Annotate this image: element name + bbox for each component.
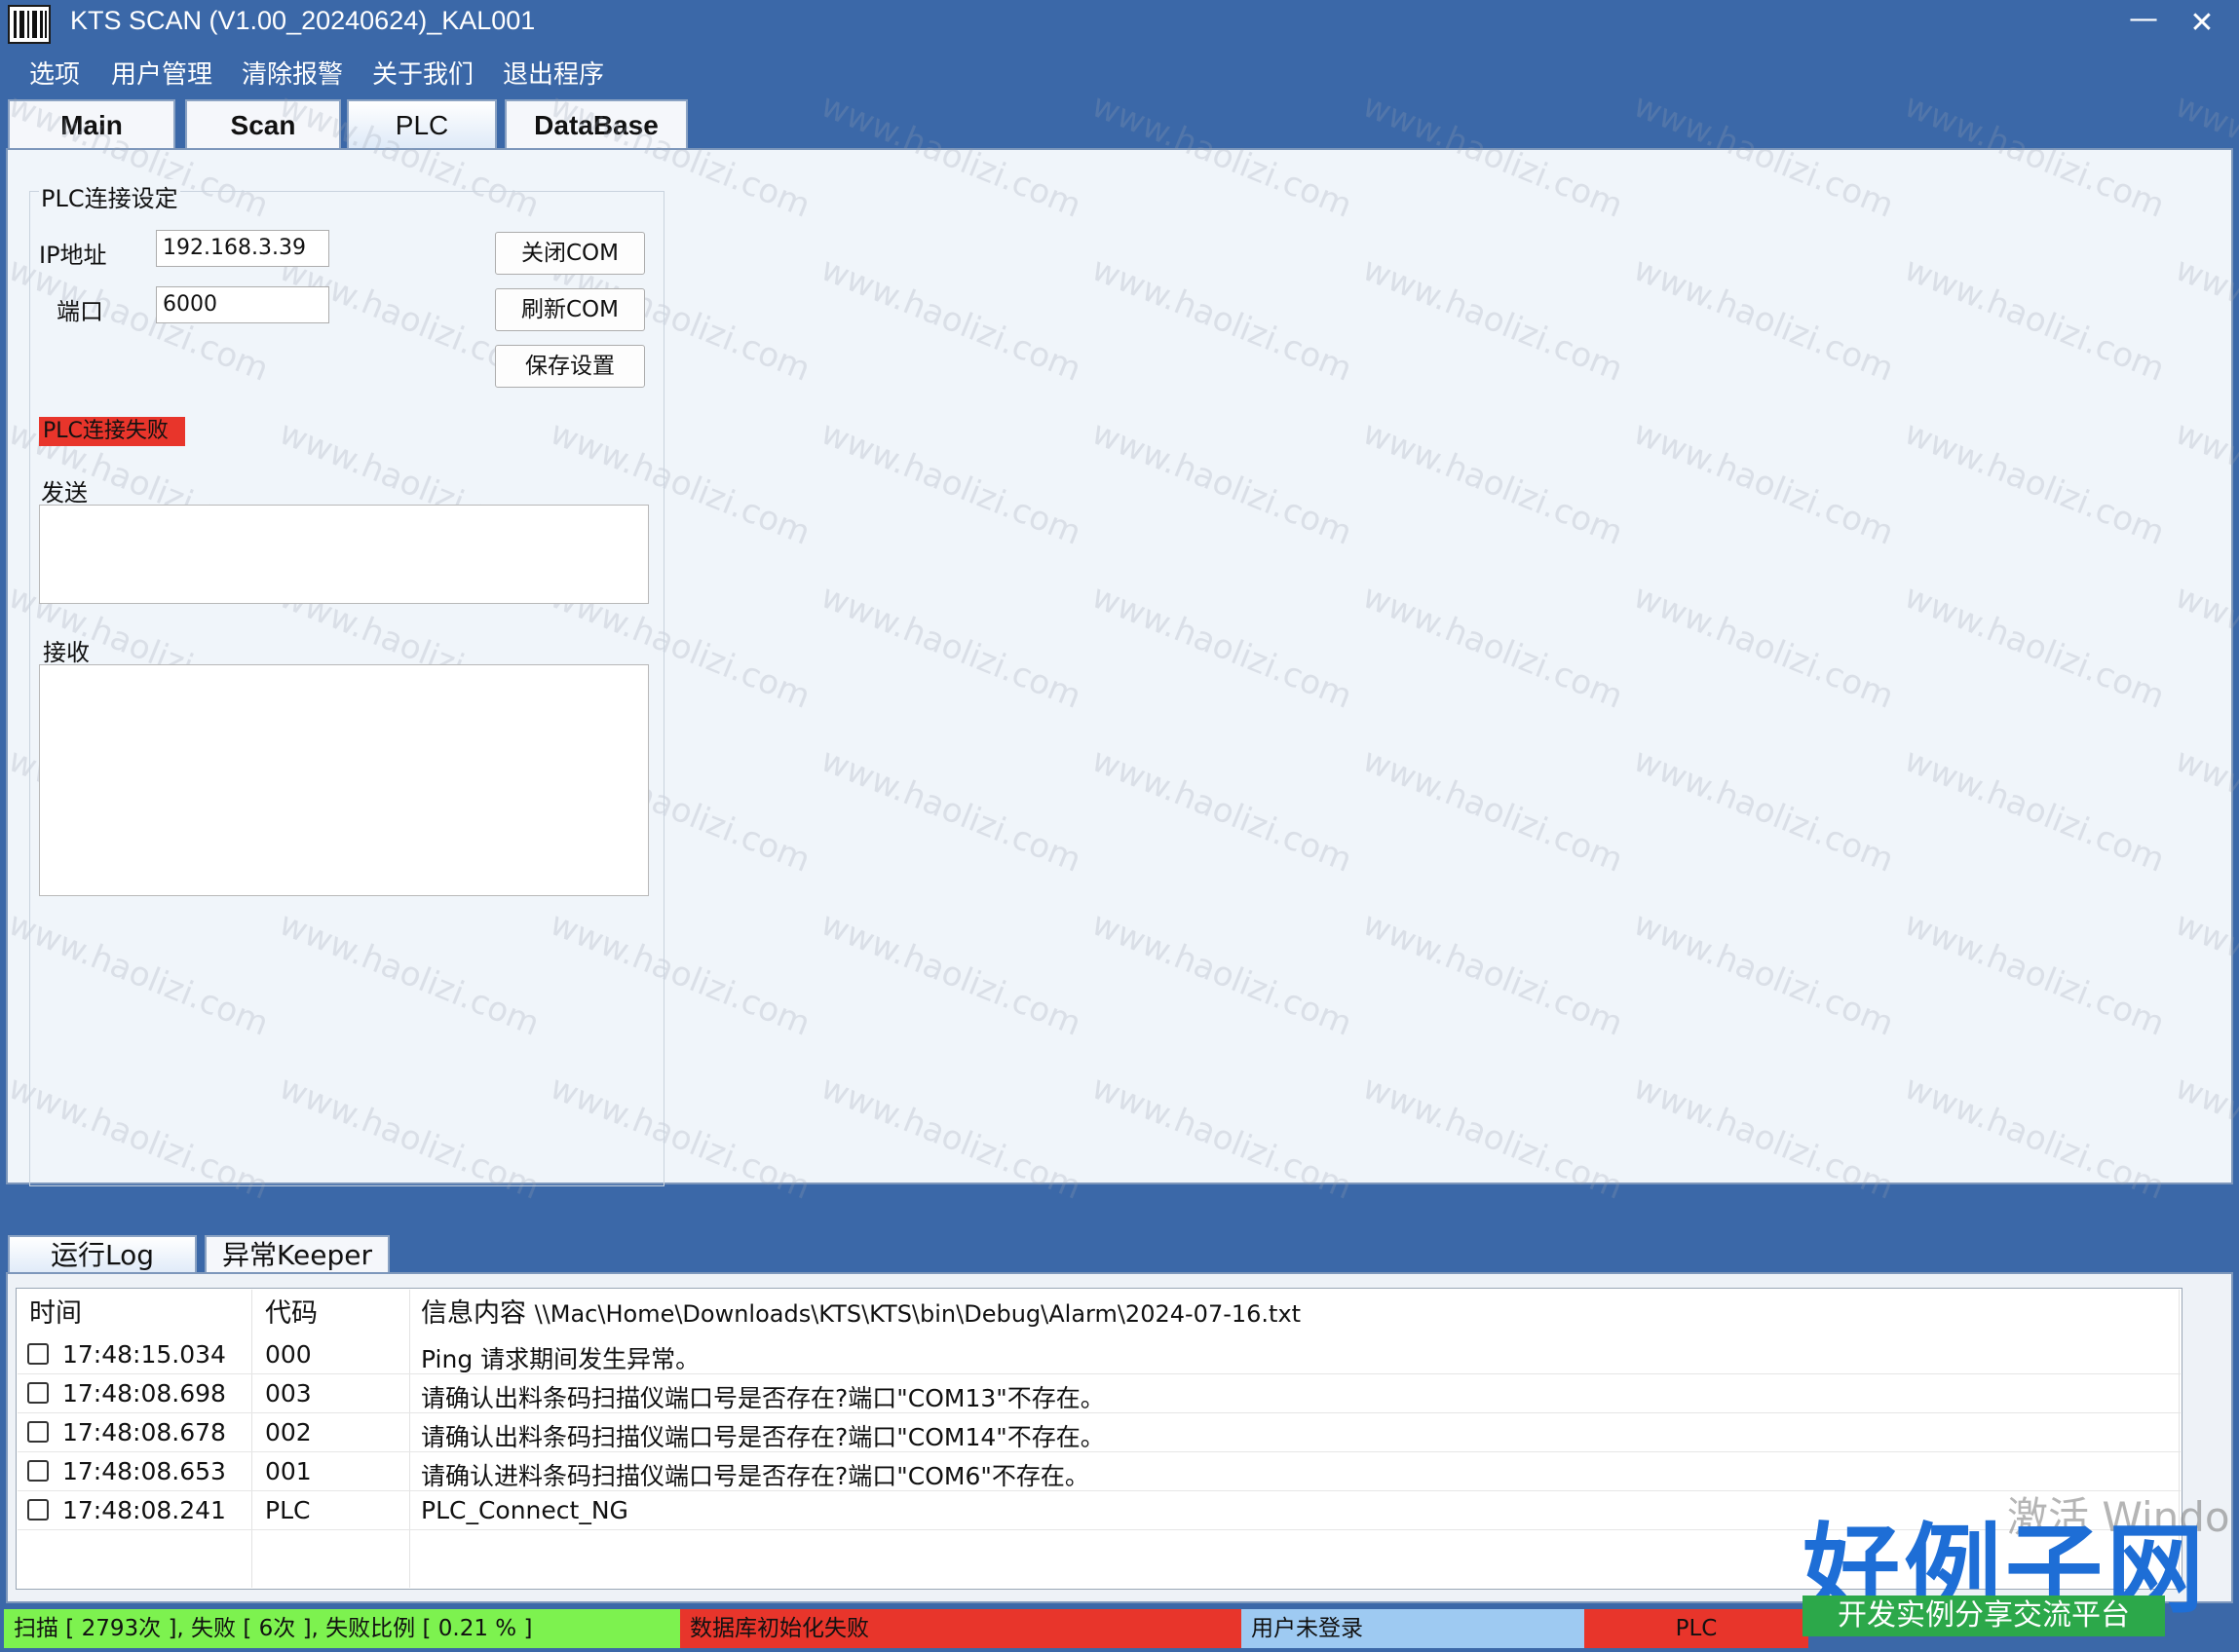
watermark-text: www.haolizi.com — [1898, 577, 2171, 717]
watermark-text: www.haolizi.com — [815, 1068, 1087, 1208]
watermark-text: www.haolizi.com — [1085, 86, 1358, 226]
column-header-info[interactable]: 信息内容 \\Mac\Home\Downloads\KTS\KTS\bin\De… — [421, 1292, 1301, 1330]
scan-stats-status: 扫描 [ 2793次 ], 失败 [ 6次 ], 失败比例 [ 0.21 % ] — [4, 1609, 680, 1648]
row-message: 请确认出料条码扫描仪端口号是否存在?端口"COM13"不存在。 — [421, 1384, 1105, 1412]
watermark-text: www.haolizi.com — [1627, 413, 1900, 553]
table-row[interactable]: 17:48:08.678 002 请确认出料条码扫描仪端口号是否存在?端口"CO… — [18, 1412, 2181, 1451]
send-label: 发送 — [41, 479, 88, 507]
receive-label: 接收 — [43, 639, 90, 666]
watermark-text: www.haolizi.com — [1356, 413, 1629, 553]
send-textarea[interactable] — [39, 505, 649, 604]
watermark-text: www.haolizi.com — [1898, 904, 2171, 1044]
user-login-status: 用户未登录 — [1241, 1609, 1584, 1648]
watermark-text: www.haolizi.com — [1085, 413, 1358, 553]
row-time: 17:48:08.653 — [62, 1457, 226, 1485]
plc-status: PLC — [1584, 1609, 1808, 1648]
row-time: 17:48:08.241 — [62, 1496, 226, 1524]
watermark-text: www.haolizi.com — [1085, 1068, 1358, 1208]
watermark-text: www.haolizi.com — [1627, 1068, 1900, 1208]
row-checkbox[interactable] — [27, 1460, 49, 1482]
watermark-text: www.haolizi.com — [1627, 740, 1900, 881]
row-checkbox[interactable] — [27, 1343, 49, 1365]
watermark-text: www.haolizi.com — [1356, 904, 1629, 1044]
watermark-text: www.haolizi.com — [1085, 577, 1358, 717]
receive-textarea[interactable] — [39, 664, 649, 896]
watermark-text: www.haolizi.com — [1898, 413, 2171, 553]
watermark-text: www.haolizi.com — [815, 740, 1087, 881]
row-time: 17:48:08.698 — [62, 1379, 226, 1408]
port-label: 端口 — [57, 298, 103, 325]
save-settings-button[interactable]: 保存设置 — [495, 345, 645, 388]
watermark-text: www.haolizi.com — [815, 577, 1087, 717]
row-code: 000 — [265, 1340, 312, 1369]
watermark-text: www.haolizi.com — [1627, 86, 1900, 226]
row-checkbox[interactable] — [27, 1499, 49, 1521]
column-header-info-label: 信息内容 — [421, 1298, 526, 1329]
column-header-time[interactable]: 时间 — [29, 1292, 82, 1330]
watermark-text: www.haolizi.com — [1085, 904, 1358, 1044]
watermark-text: www.haolizi.com — [1627, 249, 1900, 390]
tab-exception-keeper[interactable]: 异常Keeper — [205, 1235, 390, 1274]
row-time: 17:48:15.034 — [62, 1340, 226, 1369]
watermark-text: www.haolizi.com — [1898, 249, 2171, 390]
port-field[interactable]: 6000 — [156, 286, 329, 323]
watermark-text: www.haolizi.com — [1898, 1068, 2171, 1208]
watermark-text: www.haolizi.com — [2169, 413, 2239, 553]
watermark-text: www.haolizi.com — [1356, 86, 1629, 226]
row-message: 请确认出料条码扫描仪端口号是否存在?端口"COM14"不存在。 — [421, 1423, 1105, 1451]
table-row[interactable]: 17:48:15.034 000 Ping 请求期间发生异常。 — [18, 1334, 2181, 1373]
watermark-text: www.haolizi.com — [815, 86, 1087, 226]
watermark-text: www.haolizi.com — [2169, 249, 2239, 390]
brand-subtitle: 开发实例分享交流平台 — [1803, 1596, 2165, 1636]
plc-status-badge: PLC连接失败 — [39, 417, 185, 446]
row-code: 001 — [265, 1457, 312, 1485]
row-time: 17:48:08.678 — [62, 1418, 226, 1446]
watermark-text: www.haolizi.com — [2169, 86, 2239, 226]
plc-group-title: PLC连接设定 — [39, 179, 180, 213]
watermark-text: www.haolizi.com — [815, 413, 1087, 553]
refresh-com-button[interactable]: 刷新COM — [495, 288, 645, 331]
watermark-text: www.haolizi.com — [815, 904, 1087, 1044]
ip-label: IP地址 — [39, 242, 107, 269]
watermark-text: www.haolizi.com — [2169, 904, 2239, 1044]
watermark-text: www.haolizi.com — [2169, 1068, 2239, 1208]
row-code: 002 — [265, 1418, 312, 1446]
database-status: 数据库初始化失败 — [680, 1609, 1241, 1648]
table-row[interactable]: 17:48:08.653 001 请确认进料条码扫描仪端口号是否存在?端口"CO… — [18, 1451, 2181, 1490]
tab-run-log[interactable]: 运行Log — [8, 1235, 197, 1274]
watermark-text: www.haolizi.com — [1356, 740, 1629, 881]
ip-address-field[interactable]: 192.168.3.39 — [156, 230, 329, 267]
table-row[interactable]: 17:48:08.698 003 请确认出料条码扫描仪端口号是否存在?端口"CO… — [18, 1373, 2181, 1412]
log-file-path: \\Mac\Home\Downloads\KTS\KTS\bin\Debug\A… — [534, 1300, 1302, 1328]
watermark-text: www.haolizi.com — [815, 249, 1087, 390]
watermark-text: www.haolizi.com — [2169, 577, 2239, 717]
row-message: Ping 请求期间发生异常。 — [421, 1345, 701, 1373]
column-header-code[interactable]: 代码 — [265, 1292, 318, 1330]
watermark-text: www.haolizi.com — [1085, 249, 1358, 390]
watermark-text: www.haolizi.com — [1356, 577, 1629, 717]
watermark-text: www.haolizi.com — [1898, 740, 2171, 881]
watermark-text: www.haolizi.com — [1356, 249, 1629, 390]
watermark-text: www.haolizi.com — [1085, 740, 1358, 881]
watermark-text: www.haolizi.com — [1356, 1068, 1629, 1208]
row-checkbox[interactable] — [27, 1421, 49, 1443]
watermark-text: www.haolizi.com — [1627, 904, 1900, 1044]
watermark-text: www.haolizi.com — [1627, 577, 1900, 717]
row-message: PLC_Connect_NG — [421, 1496, 628, 1524]
row-code: PLC — [265, 1496, 311, 1524]
row-checkbox[interactable] — [27, 1382, 49, 1404]
row-message: 请确认进料条码扫描仪端口号是否存在?端口"COM6"不存在。 — [421, 1462, 1089, 1490]
close-com-button[interactable]: 关闭COM — [495, 232, 645, 275]
watermark-text: www.haolizi.com — [2169, 740, 2239, 881]
row-code: 003 — [265, 1379, 312, 1408]
watermark-text: www.haolizi.com — [1898, 86, 2171, 226]
